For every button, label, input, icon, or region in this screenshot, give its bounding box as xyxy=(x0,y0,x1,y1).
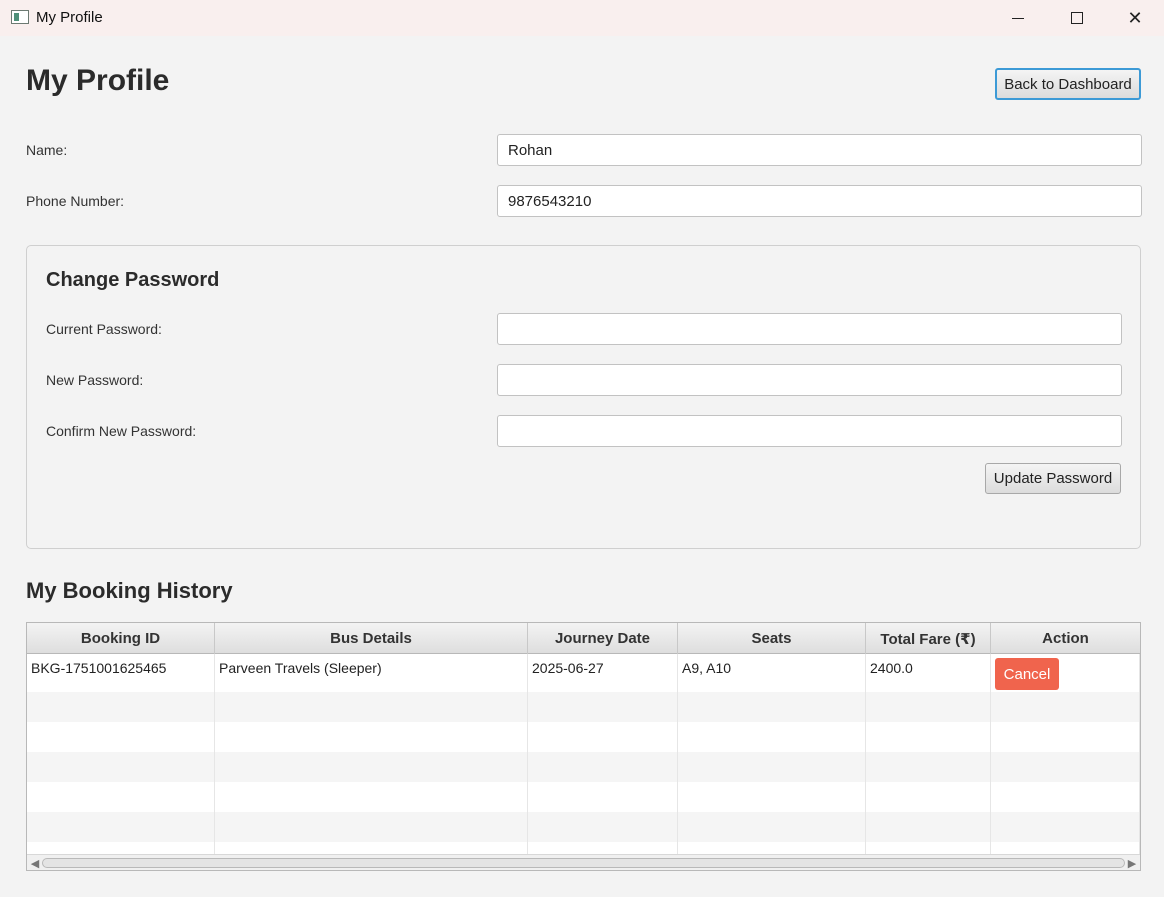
cancel-booking-button[interactable]: Cancel xyxy=(995,658,1059,690)
cell-bus-details: Parveen Travels (Sleeper) xyxy=(215,654,528,692)
cell-seats: A9, A10 xyxy=(678,654,866,692)
phone-field[interactable]: 9876543210 xyxy=(497,185,1142,217)
phone-label: Phone Number: xyxy=(26,193,125,209)
confirm-password-field[interactable] xyxy=(497,415,1122,447)
column-header-seats[interactable]: Seats xyxy=(678,623,866,654)
column-header-action[interactable]: Action xyxy=(991,623,1140,654)
current-password-label: Current Password: xyxy=(46,321,162,337)
name-field[interactable]: Rohan xyxy=(497,134,1142,166)
current-password-field[interactable] xyxy=(497,313,1122,345)
maximize-icon xyxy=(1071,12,1083,24)
table-header: Booking ID Bus Details Journey Date Seat… xyxy=(27,623,1140,654)
cell-journey-date: 2025-06-27 xyxy=(528,654,678,692)
new-password-field[interactable] xyxy=(497,364,1122,396)
horizontal-scrollbar[interactable]: ◀ ▶ xyxy=(27,854,1140,870)
empty-row xyxy=(27,722,1140,752)
empty-row xyxy=(27,692,1140,722)
scroll-right-icon[interactable]: ▶ xyxy=(1125,856,1139,870)
update-password-button[interactable]: Update Password xyxy=(985,463,1121,494)
change-password-title: Change Password xyxy=(46,269,220,291)
window-title: My Profile xyxy=(36,9,103,26)
app-icon xyxy=(11,10,29,24)
new-password-label: New Password: xyxy=(46,372,144,388)
scroll-left-icon[interactable]: ◀ xyxy=(28,856,42,870)
booking-history-title: My Booking History xyxy=(26,578,233,603)
column-header-booking-id[interactable]: Booking ID xyxy=(27,623,215,654)
minimize-button[interactable] xyxy=(989,0,1047,36)
column-header-bus-details[interactable]: Bus Details xyxy=(215,623,528,654)
column-header-total-fare[interactable]: Total Fare (₹) xyxy=(866,623,991,654)
scrollbar-thumb[interactable] xyxy=(42,858,1125,868)
maximize-button[interactable] xyxy=(1048,0,1106,36)
table-row[interactable]: BKG-1751001625465 Parveen Travels (Sleep… xyxy=(27,654,1140,692)
empty-row xyxy=(27,812,1140,842)
minimize-icon xyxy=(1012,17,1024,19)
page-title: My Profile xyxy=(26,64,170,97)
back-to-dashboard-button[interactable]: Back to Dashboard xyxy=(995,68,1141,100)
empty-row xyxy=(27,752,1140,782)
close-icon: ✕ xyxy=(1127,7,1143,28)
title-bar: My Profile ✕ xyxy=(0,0,1164,36)
cell-action: Cancel xyxy=(991,654,1140,692)
confirm-password-label: Confirm New Password: xyxy=(46,423,197,439)
cell-booking-id: BKG-1751001625465 xyxy=(27,654,215,692)
close-button[interactable]: ✕ xyxy=(1106,0,1164,36)
booking-history-table: Booking ID Bus Details Journey Date Seat… xyxy=(26,622,1141,871)
name-label: Name: xyxy=(26,142,68,158)
cell-total-fare: 2400.0 xyxy=(866,654,991,692)
app-window: My Profile ✕ My Profile Back to Dashboar… xyxy=(0,0,1164,897)
empty-row xyxy=(27,782,1140,812)
empty-row xyxy=(27,842,1140,854)
column-header-journey-date[interactable]: Journey Date xyxy=(528,623,678,654)
